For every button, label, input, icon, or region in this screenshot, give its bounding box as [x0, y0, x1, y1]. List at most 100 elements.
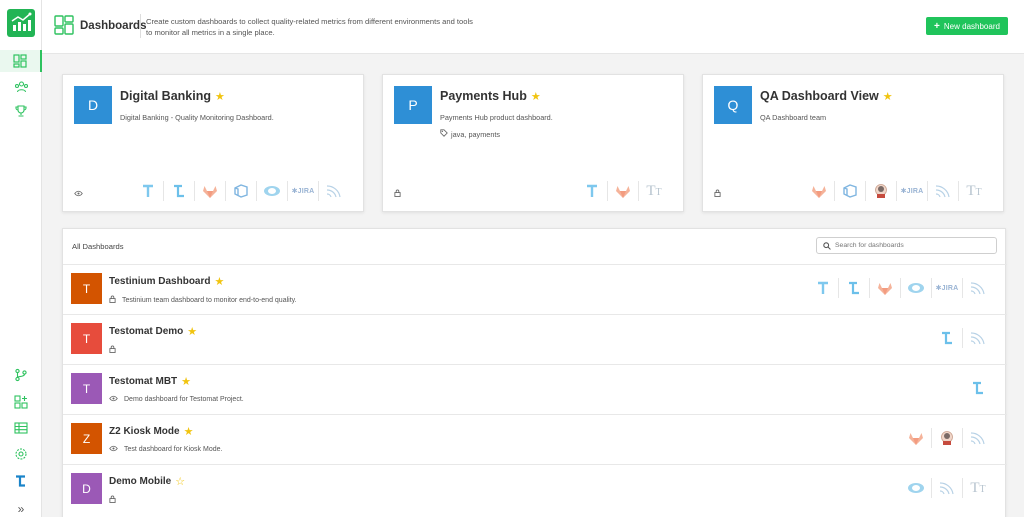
dashboard-title[interactable]: QA Dashboard View ★ [760, 89, 893, 103]
dashboard-avatar: Z [71, 423, 102, 454]
search-icon [823, 241, 831, 250]
sidebar-item-settings[interactable] [0, 443, 42, 465]
integration-tools: ✱JIRA TT [803, 181, 989, 201]
dashboard-description: Payments Hub product dashboard. [440, 113, 553, 122]
testomat-logo-icon [16, 475, 25, 487]
testomat-icon [931, 328, 962, 348]
favorite-dashboard-card[interactable]: Q QA Dashboard View ★ QA Dashboard team ✱… [702, 74, 1004, 212]
testinium-icon [576, 181, 607, 201]
dashboard-avatar: T [71, 273, 102, 304]
dashboard-description: Testinium team dashboard to monitor end-… [122, 296, 297, 304]
app-logo-icon[interactable] [7, 9, 35, 37]
sidebar-item-dashboards[interactable] [0, 50, 42, 72]
dashboard-description: Digital Banking - Quality Monitoring Das… [120, 113, 274, 122]
gitlab-icon [869, 278, 900, 298]
lock-icon [109, 495, 116, 505]
panel-title: All Dashboards [72, 242, 124, 251]
lock-icon [109, 345, 116, 355]
integration-tools: ✱JIRA [132, 181, 349, 201]
gear-icon [15, 448, 27, 460]
sidebar-item-widgets[interactable] [0, 391, 42, 413]
dashboard-avatar: D [74, 86, 112, 124]
star-filled-icon[interactable]: ★ [184, 425, 194, 438]
git-branch-icon [15, 368, 27, 382]
dashboard-icon [54, 15, 74, 40]
team-icon [14, 81, 28, 93]
table-icon [14, 422, 28, 434]
page-header: Dashboards Create custom dashboards to c… [42, 0, 1024, 54]
dashboard-description: Test dashboard for Kiosk Mode. [124, 446, 223, 453]
star-filled-icon[interactable]: ★ [187, 325, 197, 338]
lock-icon [714, 184, 721, 202]
testomat-icon [962, 378, 993, 398]
trophy-icon [15, 105, 27, 117]
jenkins-icon [931, 428, 962, 448]
search-box[interactable] [816, 237, 997, 254]
dashboard-list-row[interactable]: T Testomat MBT ★ Demo dashboard for Testo… [63, 364, 1007, 414]
testomat-icon [838, 278, 869, 298]
azure-icon [225, 181, 256, 201]
testinium-icon [807, 278, 838, 298]
jira-icon: ✱JIRA [896, 181, 927, 201]
text-icon: TT [958, 181, 989, 201]
sidebar-item-testomat[interactable] [0, 470, 42, 492]
lock-icon [109, 295, 116, 305]
integration-tools [962, 378, 993, 398]
testomat-icon [163, 181, 194, 201]
signal-icon [927, 181, 958, 201]
favorite-dashboard-card[interactable]: D Digital Banking ★ Digital Banking - Qua… [62, 74, 364, 212]
integration-tools [900, 428, 993, 448]
signal-icon [318, 181, 349, 201]
app: » Dashboards Create custom dashboards to… [0, 0, 1024, 517]
dashboard-list-row[interactable]: D Demo Mobile ☆ TT [63, 464, 1007, 514]
dashboard-list-row[interactable]: T Testinium Dashboard ★ Testinium team da… [63, 264, 1007, 314]
dashboard-meta: Testinium team dashboard to monitor end-… [109, 295, 297, 305]
tosca-icon [900, 278, 931, 298]
page-title: Dashboards [80, 20, 147, 32]
jenkins-icon [865, 181, 896, 201]
dashboard-title[interactable]: Payments Hub ★ [440, 89, 541, 103]
sidebar-item-data[interactable] [0, 417, 42, 439]
sidebar-item-achievements[interactable] [0, 100, 42, 122]
star-filled-icon[interactable]: ★ [181, 375, 191, 388]
lock-icon [394, 184, 401, 202]
dashboard-list-row[interactable]: Z Z2 Kiosk Mode ★ Test dashboard for Kios… [63, 414, 1007, 464]
star-outline-icon[interactable]: ☆ [175, 475, 185, 488]
all-dashboards-panel: All Dashboards T Testinium Dashboard★ Te… [62, 228, 1007, 517]
sidebar-item-integrations[interactable] [0, 364, 42, 386]
star-filled-icon[interactable]: ★ [215, 275, 225, 288]
signal-icon [962, 328, 993, 348]
page-description: Create custom dashboards to collect qual… [146, 17, 473, 37]
favorite-dashboard-card[interactable]: P Payments Hub ★ Payments Hub product das… [382, 74, 684, 212]
dashboard-title[interactable]: Testomat Demo ★ [109, 325, 197, 338]
dashboard-description: Demo dashboard for Testomat Project. [124, 396, 244, 403]
tag-icon [440, 129, 448, 139]
dashboard-title[interactable]: Z2 Kiosk Mode ★ [109, 425, 193, 438]
dashboard-title[interactable]: Testinium Dashboard ★ [109, 275, 224, 288]
sidebar-item-teams[interactable] [0, 76, 42, 98]
text-icon: TT [962, 478, 993, 498]
widgets-icon [14, 395, 28, 409]
dashboard-title[interactable]: Digital Banking ★ [120, 89, 225, 103]
integration-tools: TT [900, 478, 993, 498]
new-dashboard-button[interactable]: + New dashboard [926, 17, 1008, 35]
star-icon[interactable]: ★ [883, 90, 893, 103]
dashboard-meta: Demo dashboard for Testomat Project. [109, 395, 244, 404]
star-icon[interactable]: ★ [531, 90, 541, 103]
plus-icon: + [934, 20, 940, 32]
signal-icon [931, 478, 962, 498]
dashboard-title[interactable]: Demo Mobile ☆ [109, 475, 185, 488]
search-input[interactable] [835, 242, 985, 249]
star-icon[interactable]: ★ [215, 90, 225, 103]
sidebar-expand-button[interactable]: » [0, 498, 42, 517]
dashboard-avatar: Q [714, 86, 752, 124]
dashboard-title[interactable]: Testomat MBT ★ [109, 375, 191, 388]
jira-icon: ✱JIRA [931, 278, 962, 298]
eye-icon [109, 395, 118, 404]
dashboard-meta [109, 345, 122, 355]
tosca-icon [900, 478, 931, 498]
dashboard-tags: java, payments [440, 129, 500, 139]
dashboard-list-row[interactable]: T Testomat Demo ★ [63, 314, 1007, 364]
dashboard-meta: Test dashboard for Kiosk Mode. [109, 445, 222, 454]
gitlab-icon [607, 181, 638, 201]
